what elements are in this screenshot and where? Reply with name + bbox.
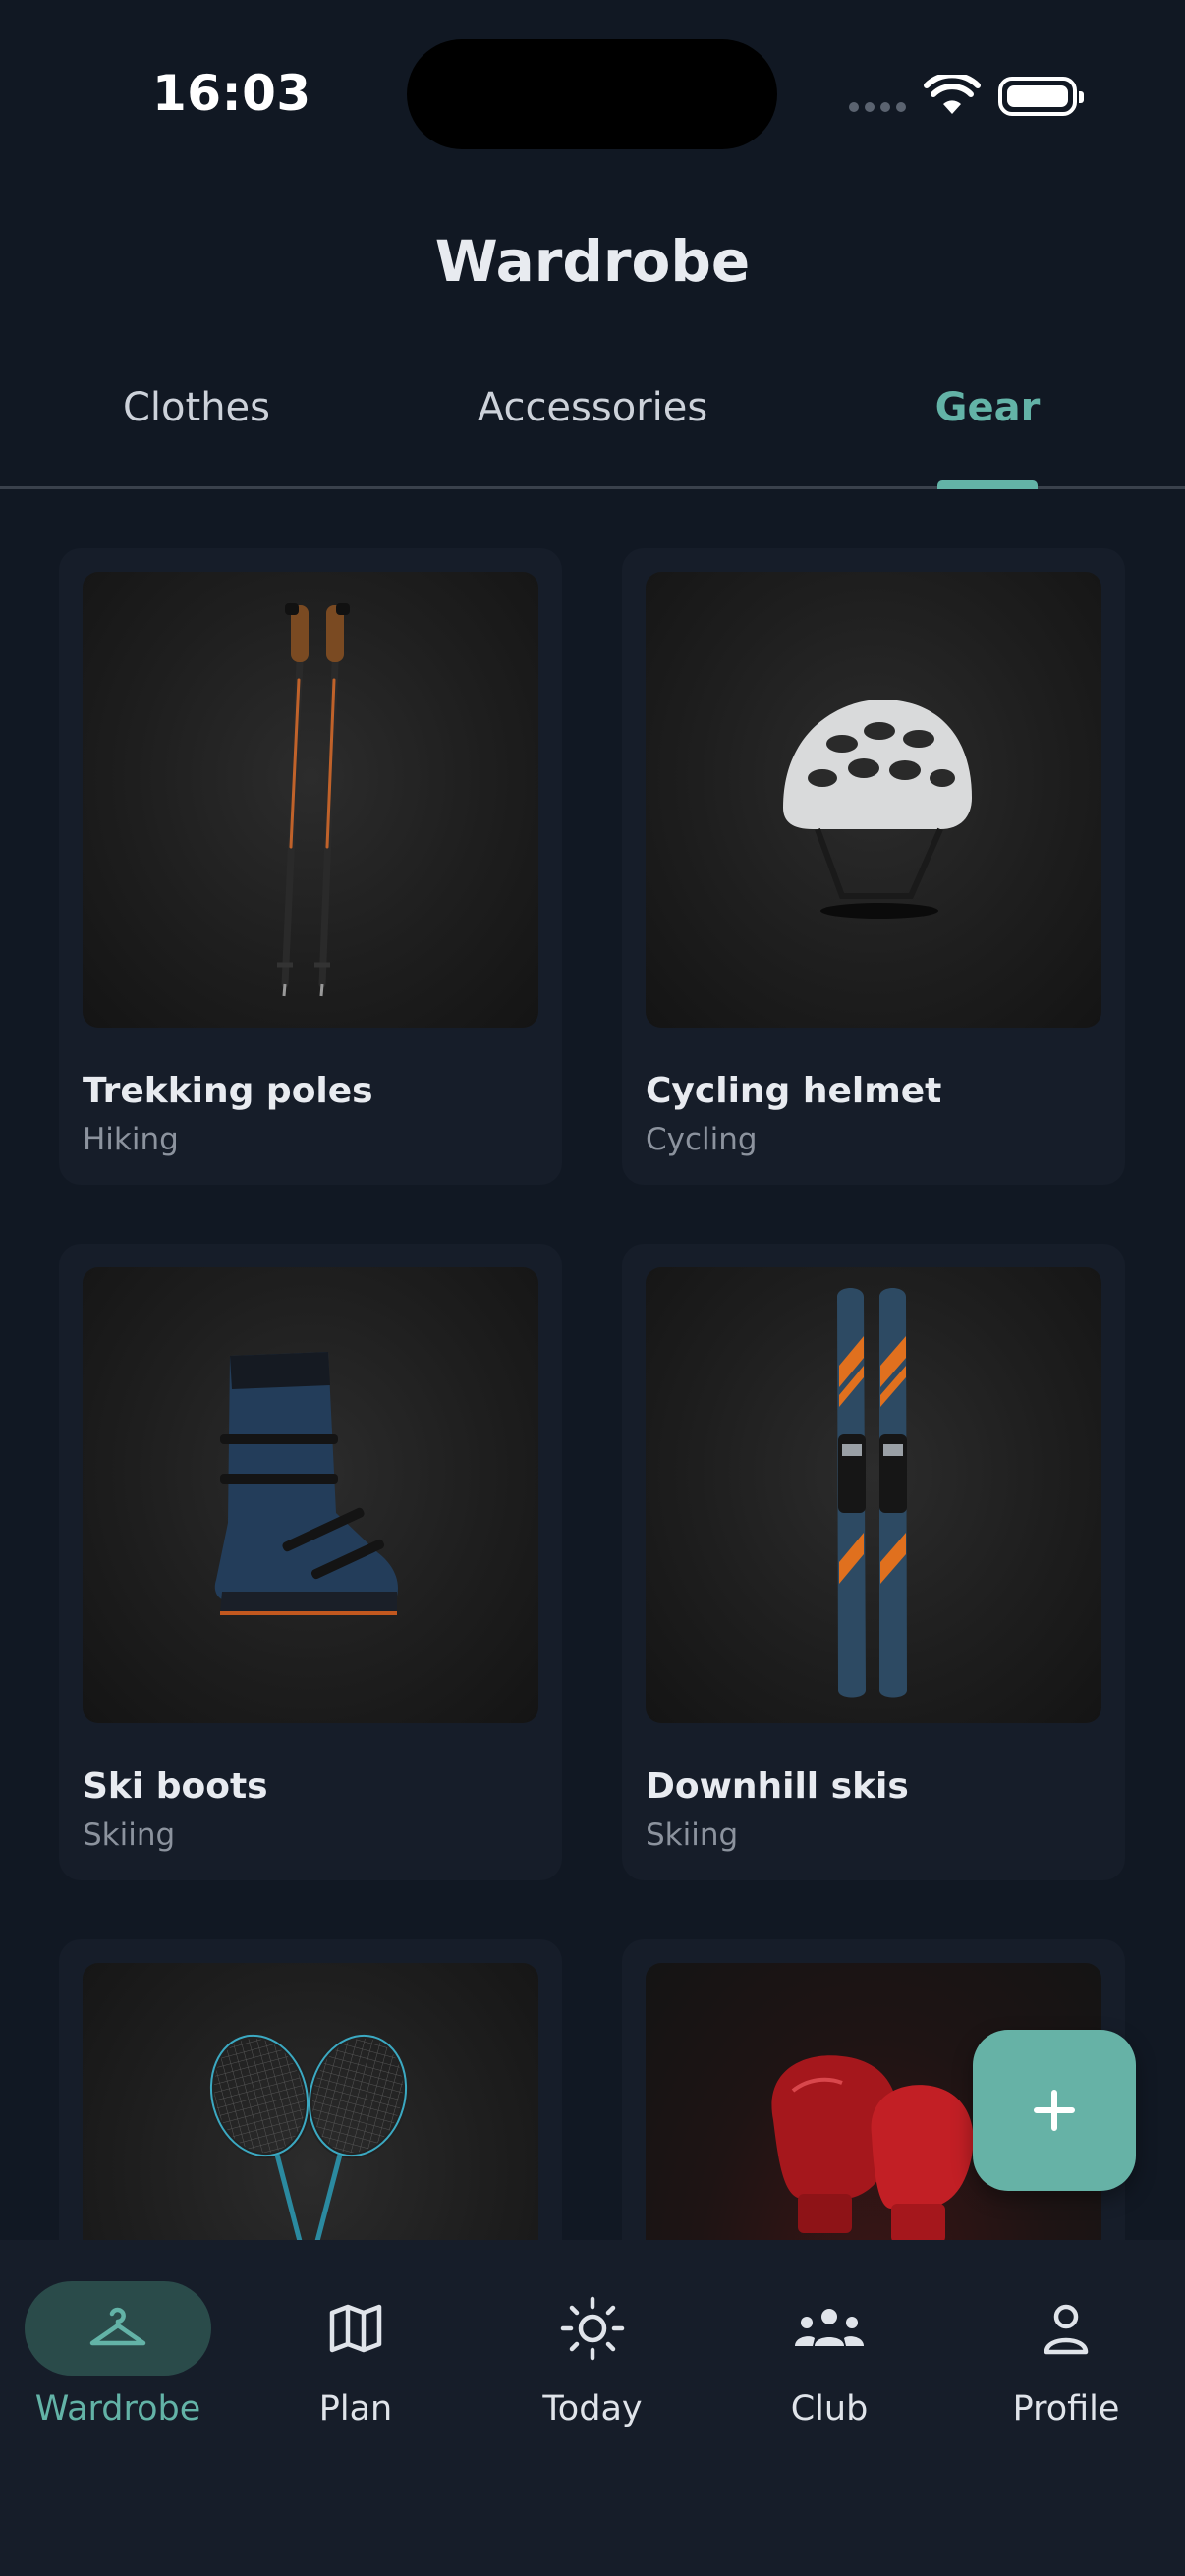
- gear-card[interactable]: Cycling helmet Cycling: [622, 548, 1125, 1185]
- gear-card[interactable]: Downhill skis Skiing: [622, 1244, 1125, 1880]
- item-category: Cycling: [646, 1122, 758, 1157]
- plus-icon: [1034, 2090, 1075, 2131]
- item-name: Downhill skis: [646, 1766, 909, 1807]
- item-name: Ski boots: [83, 1766, 268, 1807]
- nav-label: Profile: [1012, 2389, 1120, 2429]
- tab-gear[interactable]: Gear: [935, 385, 1041, 430]
- cycling-helmet-image: [646, 572, 1101, 1028]
- cellular-signal-icon: [849, 102, 906, 112]
- nav-label: Plan: [318, 2389, 393, 2429]
- group-icon: [795, 2309, 864, 2346]
- item-category: Skiing: [83, 1818, 176, 1853]
- nav-today[interactable]: Today: [494, 2281, 691, 2429]
- active-tab-indicator: [937, 480, 1038, 489]
- gear-card[interactable]: Ski boots Skiing: [59, 1244, 562, 1880]
- item-name: Trekking poles: [83, 1071, 373, 1111]
- gear-card[interactable]: Trekking poles Hiking: [59, 548, 562, 1185]
- bottom-navigation: Wardrobe Plan Today Club Profile: [0, 2240, 1185, 2576]
- nav-profile[interactable]: Profile: [968, 2281, 1164, 2429]
- nav-club[interactable]: Club: [731, 2281, 928, 2429]
- tab-accessories[interactable]: Accessories: [478, 385, 707, 430]
- item-category: Hiking: [83, 1122, 179, 1157]
- hanger-icon: [89, 2307, 146, 2346]
- page-title: Wardrobe: [434, 228, 751, 295]
- trekking-poles-image: [83, 572, 538, 1028]
- nav-plan[interactable]: Plan: [257, 2281, 454, 2429]
- nav-label: Club: [790, 2389, 869, 2429]
- tab-clothes[interactable]: Clothes: [123, 385, 270, 430]
- add-item-button[interactable]: [973, 2030, 1136, 2191]
- item-category: Skiing: [646, 1818, 739, 1853]
- ski-boots-image: [83, 1267, 538, 1723]
- map-icon: [329, 2304, 382, 2353]
- downhill-skis-image: [646, 1267, 1101, 1723]
- item-name: Cycling helmet: [646, 1071, 942, 1111]
- nav-label: Today: [542, 2389, 643, 2429]
- wifi-icon: [924, 75, 981, 114]
- sun-icon: [560, 2296, 625, 2361]
- dynamic-island: [407, 39, 777, 149]
- category-tabs: Clothes Accessories Gear: [0, 385, 1185, 487]
- status-time: 16:03: [152, 65, 311, 122]
- person-icon: [1044, 2304, 1089, 2355]
- battery-icon: [998, 77, 1084, 116]
- nav-label: Wardrobe: [34, 2389, 201, 2429]
- nav-wardrobe[interactable]: Wardrobe: [20, 2281, 216, 2429]
